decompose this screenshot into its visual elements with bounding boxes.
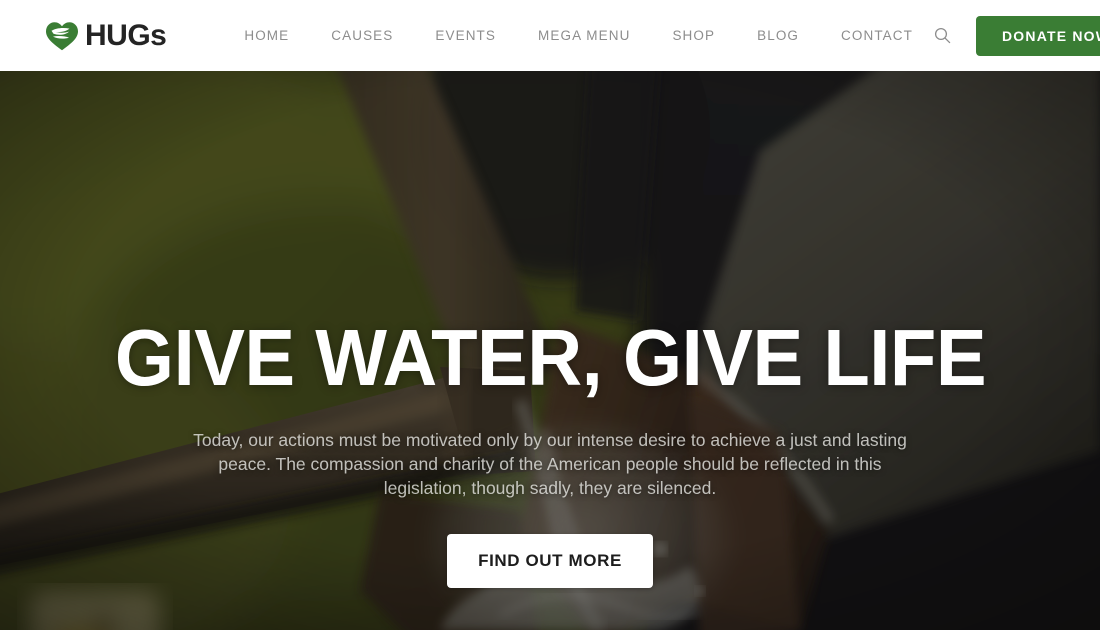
hero-subtitle: Today, our actions must be motivated onl… — [193, 430, 907, 498]
nav-item-contact[interactable]: CONTACT — [820, 28, 934, 43]
nav-item-shop[interactable]: SHOP — [651, 28, 736, 43]
nav-item-mega-menu[interactable]: MEGA MENU — [517, 28, 651, 43]
search-button[interactable] — [934, 27, 952, 45]
site-header: HUGs HOME CAUSES EVENTS MEGA MENU SHOP B… — [0, 0, 1100, 71]
nav-item-causes[interactable]: CAUSES — [310, 28, 414, 43]
header-actions: DONATE NOW — [934, 15, 1100, 56]
hero-title: GIVE WATER, GIVE LIFE — [114, 313, 986, 402]
logo[interactable]: HUGs — [45, 18, 167, 52]
main-nav: HOME CAUSES EVENTS MEGA MENU SHOP BLOG C… — [244, 28, 934, 43]
search-icon — [935, 27, 951, 44]
find-out-more-button[interactable]: FIND OUT MORE — [447, 534, 653, 588]
hero-section: GIVE WATER, GIVE LIFE Today, our actions… — [0, 71, 1100, 630]
hero-content: GIVE WATER, GIVE LIFE Today, our actions… — [0, 71, 1100, 630]
nav-item-blog[interactable]: BLOG — [736, 28, 820, 43]
green-heart-leaf-icon — [46, 21, 78, 50]
page-root: HUGs HOME CAUSES EVENTS MEGA MENU SHOP B… — [0, 0, 1100, 630]
nav-item-home[interactable]: HOME — [244, 28, 310, 43]
logo-text: HUGs — [85, 18, 167, 52]
donate-now-button[interactable]: DONATE NOW — [975, 15, 1100, 56]
nav-item-events[interactable]: EVENTS — [414, 28, 517, 43]
